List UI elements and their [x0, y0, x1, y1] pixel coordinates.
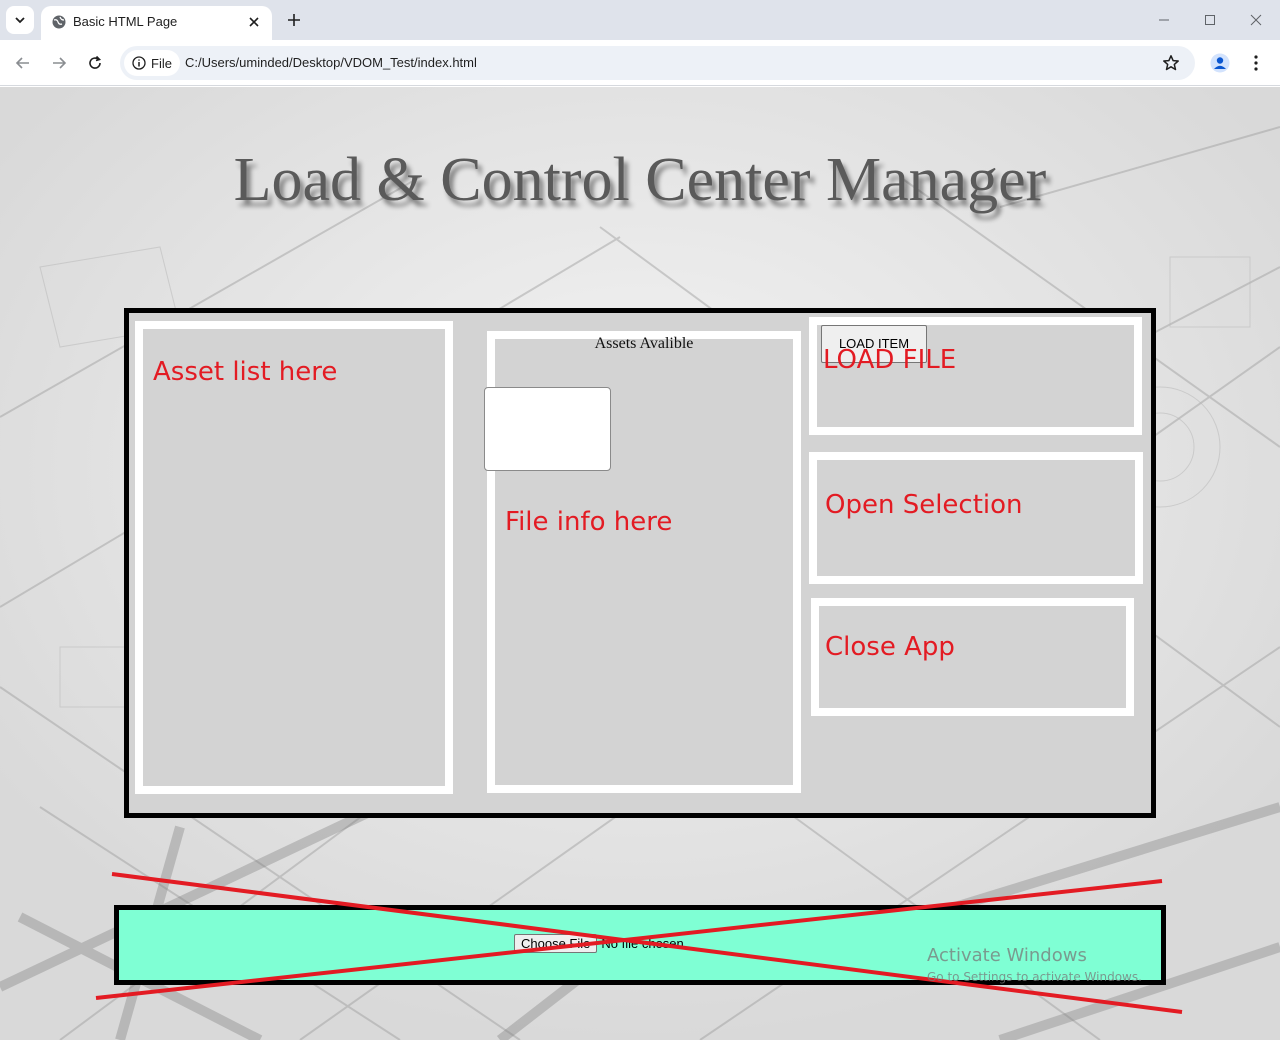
profile-button[interactable] — [1208, 51, 1232, 75]
minimize-icon — [1159, 19, 1169, 21]
maximize-icon — [1205, 15, 1215, 25]
forward-button[interactable] — [45, 49, 73, 77]
arrow-right-icon — [53, 57, 67, 69]
watermark-subtitle: Go to Settings to activate Windows. — [927, 970, 1142, 984]
file-input-status: No file chosen — [601, 936, 684, 951]
chevron-down-icon — [15, 17, 25, 24]
open-selection-panel[interactable]: Open Selection — [809, 452, 1143, 584]
activate-windows-watermark: Activate Windows Go to Settings to activ… — [927, 945, 1142, 984]
maximize-button[interactable] — [1190, 6, 1230, 34]
close-window-button[interactable] — [1236, 6, 1276, 34]
assets-heading: Assets Avalible — [594, 335, 694, 352]
close-app-panel[interactable]: Close App — [811, 598, 1134, 716]
person-icon — [1210, 53, 1230, 73]
page-title: Load & Control Center Manager — [233, 146, 1047, 214]
open-selection-label: Open Selection — [825, 490, 1023, 520]
asset-preview-tile[interactable] — [484, 387, 611, 471]
new-tab-button[interactable] — [282, 8, 306, 32]
close-app-label: Close App — [825, 632, 955, 662]
tab-list-button[interactable] — [6, 6, 34, 34]
back-button[interactable] — [9, 49, 37, 77]
minimize-button[interactable] — [1144, 6, 1184, 34]
main-panel: Asset list here Assets Avalible File inf… — [124, 308, 1156, 818]
url-text[interactable]: C:/Users/uminded/Desktop/VDOM_Test/index… — [185, 54, 477, 72]
close-icon — [249, 17, 259, 27]
site-chip-label: File — [151, 55, 172, 71]
tab-strip: Basic HTML Page — [0, 0, 1280, 40]
choose-file-button[interactable]: Choose File — [514, 934, 598, 953]
file-info-label: File info here — [505, 507, 673, 537]
asset-list-label: Asset list here — [153, 357, 338, 387]
close-icon — [1250, 14, 1262, 26]
bookmark-button[interactable] — [1159, 51, 1183, 75]
arrow-left-icon — [15, 57, 29, 69]
address-bar[interactable]: File C:/Users/uminded/Desktop/VDOM_Test/… — [120, 46, 1195, 80]
asset-list-panel[interactable]: Asset list here — [135, 321, 453, 794]
kebab-menu-icon — [1254, 55, 1258, 71]
info-icon — [132, 56, 146, 70]
browser-toolbar: File C:/Users/uminded/Desktop/VDOM_Test/… — [0, 40, 1280, 86]
browser-tab[interactable]: Basic HTML Page — [41, 6, 272, 40]
load-file-panel[interactable]: LOAD ITEM LOAD FILE — [809, 317, 1142, 435]
reload-icon — [89, 55, 102, 69]
browser-menu-button[interactable] — [1246, 51, 1266, 75]
reload-button[interactable] — [81, 49, 109, 77]
file-input[interactable]: Choose File No file chosen — [514, 934, 684, 953]
globe-icon — [52, 15, 66, 29]
plus-icon — [288, 14, 300, 26]
load-file-label: LOAD FILE — [823, 345, 957, 375]
tab-title: Basic HTML Page — [73, 14, 178, 29]
star-icon — [1163, 55, 1179, 71]
page-viewport: Load & Control Center Manager Asset list… — [0, 87, 1280, 1040]
site-info-chip[interactable]: File — [124, 50, 180, 76]
watermark-title: Activate Windows — [927, 945, 1087, 966]
tab-close-button[interactable] — [244, 12, 264, 32]
